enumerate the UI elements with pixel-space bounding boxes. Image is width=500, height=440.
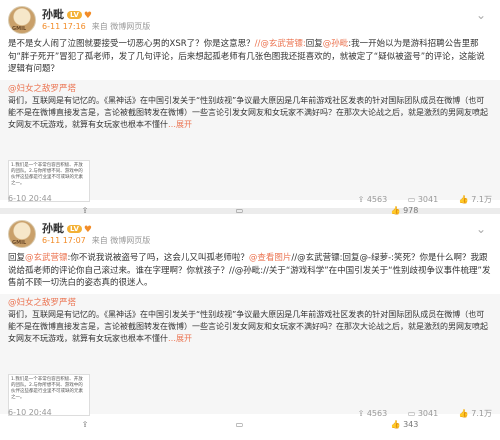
- author-name-text[interactable]: 孙毗: [42, 222, 64, 235]
- post-time[interactable]: 6-11 17:07: [42, 236, 86, 245]
- repost-stats: ⇪ 4563 ▭ 3041 👍 7.1万: [340, 194, 492, 205]
- more-options-icon[interactable]: ⌄: [476, 8, 486, 22]
- repost-author[interactable]: @妇女之敌罗严塔: [8, 83, 492, 95]
- author-name[interactable]: 孙毗 LV ♥: [42, 220, 92, 236]
- avatar[interactable]: GMIL: [8, 6, 36, 34]
- view-image-link[interactable]: @查看图片: [249, 253, 292, 263]
- expand-link[interactable]: …展开: [168, 120, 192, 129]
- post-text-part: 回复: [305, 39, 323, 49]
- repost-text-body: 哥们，互联网是有记忆的。《黑神话》在中国引发关于“性别歧视”争议最大原因是几年前…: [8, 309, 488, 343]
- weibo-post-1: GMIL 孙毗 LV ♥ 6-11 17:16 来自 微博网页版 ⌄ 是不是女人闹了泣…: [0, 0, 500, 215]
- post-meta: 6-11 17:07 来自 微博网页版: [42, 235, 150, 246]
- feed: GMIL 孙毗 LV ♥ 6-11 17:16 来自 微博网页版 ⌄ 是不是女人闹了泣…: [0, 0, 500, 429]
- post-text: 是不是女人闹了泣图就要接受一切恶心男的XSR了？你是这意思？//@玄武营镖:回复…: [8, 38, 492, 76]
- more-options-icon[interactable]: ⌄: [476, 222, 486, 236]
- post-header: GMIL 孙毗 LV ♥ 6-11 17:16 来自 微博网页版 ⌄: [8, 6, 492, 36]
- repost-like-count[interactable]: 👍 7.1万: [459, 195, 492, 204]
- post-time[interactable]: 6-11 17:16: [42, 22, 86, 31]
- like-button[interactable]: 👍 343: [391, 420, 419, 429]
- post-text-part: :你不说我说被盗号了吗，这会儿又叫孤老师啦？: [67, 253, 249, 263]
- reposted-content: @妇女之敌罗严塔 哥们，互联网是有记忆的。《黑神话》在中国引发关于“性别歧视”争…: [0, 79, 500, 205]
- post-source: 来自 微博网页版: [91, 236, 151, 245]
- vip-badge-icon: LV: [67, 225, 82, 233]
- post-text: 回复@玄武营镖:你不说我说被盗号了吗，这会儿又叫孤老师啦？@查看图片//@玄武营…: [8, 252, 492, 290]
- repost-text-body: 哥们，互联网是有记忆的。《黑神话》在中国引发关于“性别歧视”争议最大原因是几年前…: [8, 95, 488, 129]
- mention-link[interactable]: //@玄武营镖:: [255, 39, 306, 49]
- repost-time[interactable]: 6-10 20:44: [8, 408, 52, 417]
- heart-icon: ♥: [83, 11, 92, 21]
- repost-footer: 6-10 20:44 ⇪ 4563 ▭ 3041 👍 7.1万: [8, 194, 492, 205]
- repost-time[interactable]: 6-10 20:44: [8, 194, 52, 203]
- repost-stats: ⇪ 4563 ▭ 3041 👍 7.1万: [340, 408, 492, 419]
- reposted-content: @妇女之敌罗严塔 哥们，互联网是有记忆的。《黑神话》在中国引发关于“性别歧视”争…: [0, 293, 500, 419]
- avatar[interactable]: GMIL: [8, 220, 36, 248]
- repost-text: 哥们，互联网是有记忆的。《黑神话》在中国引发关于“性别歧视”争议最大原因是几年前…: [8, 95, 492, 131]
- post-source: 来自 微博网页版: [91, 22, 151, 31]
- vip-badge-icon: LV: [67, 11, 82, 19]
- repost-like-count[interactable]: 👍 7.1万: [459, 409, 492, 418]
- author-name[interactable]: 孙毗 LV ♥: [42, 6, 92, 22]
- repost-comment-count[interactable]: ▭ 3041: [408, 409, 438, 418]
- repost-share-count[interactable]: ⇪ 4563: [358, 409, 388, 418]
- repost-footer: 6-10 20:44 ⇪ 4563 ▭ 3041 👍 7.1万: [8, 408, 492, 419]
- mention-link[interactable]: @玄武营镖: [25, 253, 68, 263]
- post-meta: 6-11 17:16 来自 微博网页版: [42, 21, 150, 32]
- comment-button[interactable]: ▭: [236, 420, 244, 429]
- post-header: GMIL 孙毗 LV ♥ 6-11 17:07 来自 微博网页版 ⌄: [8, 220, 492, 250]
- repost-author[interactable]: @妇女之敌罗严塔: [8, 297, 492, 309]
- post-text-part: 是不是女人闹了泣图就要接受一切恶心男的XSR了？你是这意思？: [8, 39, 255, 49]
- heart-icon: ♥: [83, 225, 92, 235]
- repost-comment-count[interactable]: ▭ 3041: [408, 195, 438, 204]
- weibo-post-2: GMIL 孙毗 LV ♥ 6-11 17:07 来自 微博网页版 ⌄ 回复@玄武营镖:…: [0, 214, 500, 429]
- expand-link[interactable]: …展开: [168, 334, 192, 343]
- mention-link[interactable]: @孙毗: [323, 39, 349, 49]
- repost-share-count[interactable]: ⇪ 4563: [358, 195, 388, 204]
- share-button[interactable]: ⇪: [82, 420, 89, 429]
- repost-text: 哥们，互联网是有记忆的。《黑神话》在中国引发关于“性别歧视”争议最大原因是几年前…: [8, 309, 492, 345]
- post-text-part: 回复: [8, 253, 26, 263]
- author-name-text[interactable]: 孙毗: [42, 8, 64, 21]
